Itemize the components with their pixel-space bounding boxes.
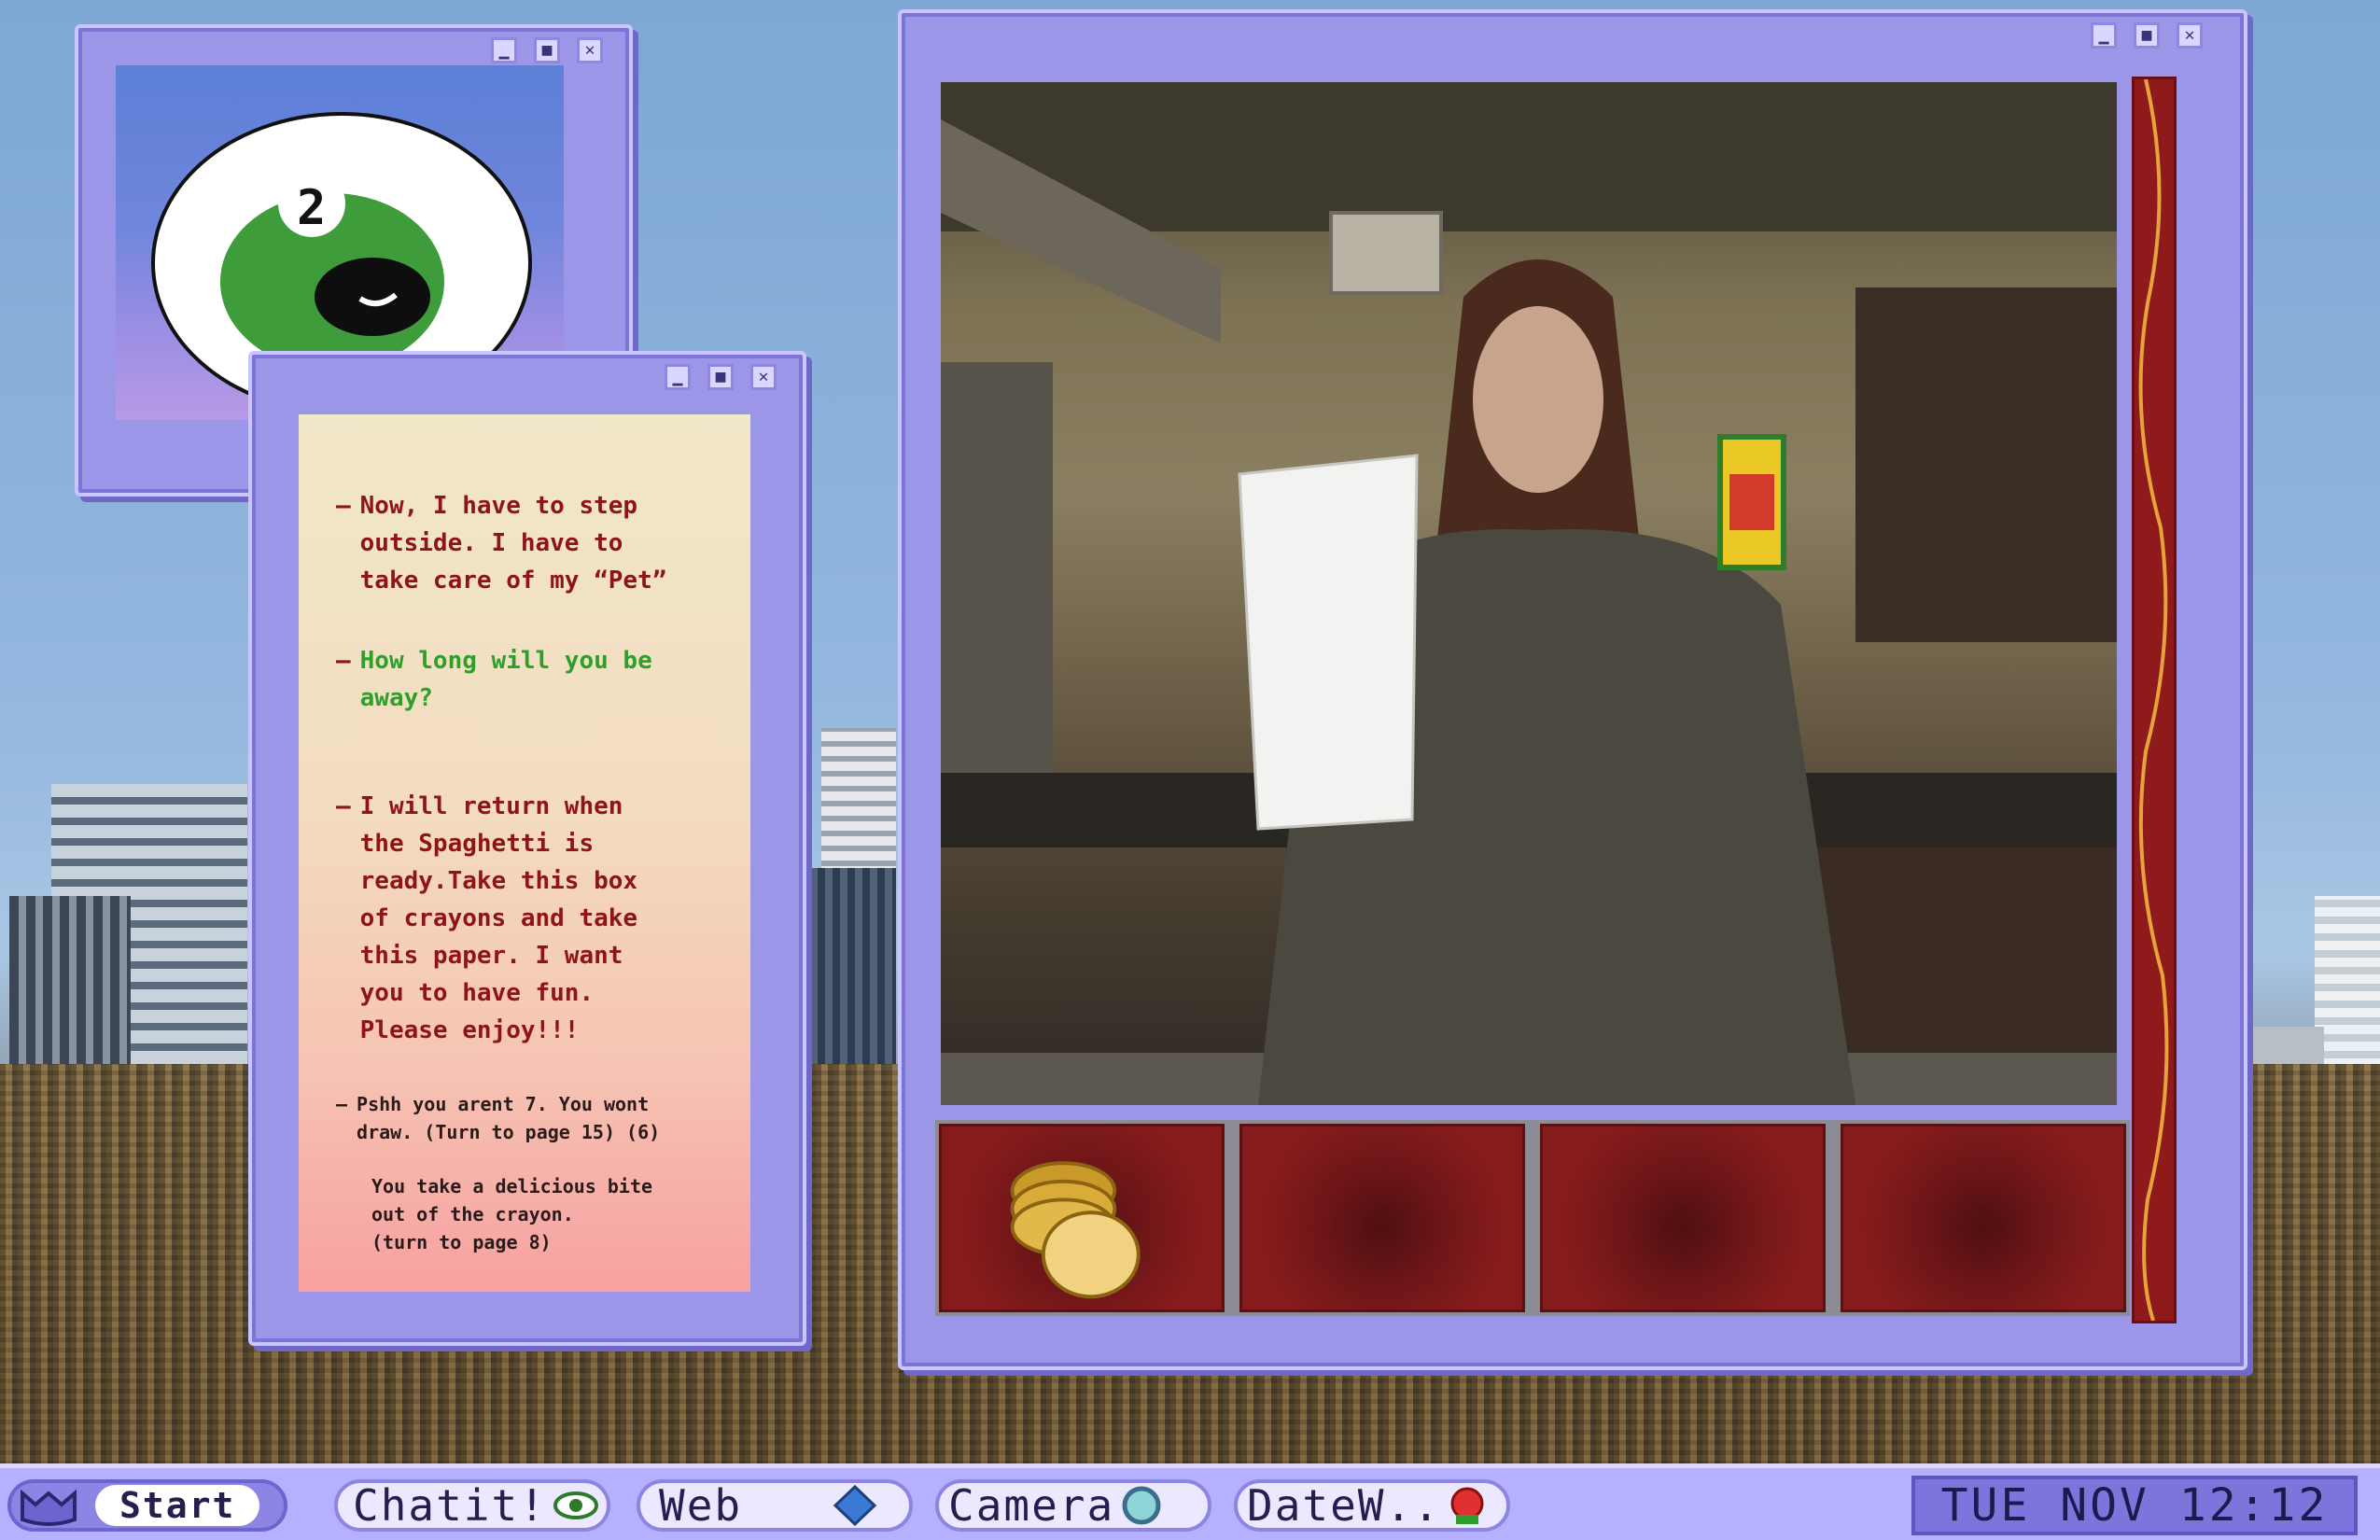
flower-icon: [1450, 1487, 1484, 1524]
person-face: [1473, 306, 1603, 493]
minimize-button[interactable]: ▁: [665, 364, 691, 390]
story-paper: — Now, I have to step outside. I have to…: [299, 414, 750, 1292]
scene-photo: [941, 82, 2117, 1105]
story-window[interactable]: ▁ ■ ✕ — Now, I have to step outside. I h…: [248, 351, 806, 1346]
window-controls: ▁ ■ ✕: [2091, 22, 2203, 49]
dialog-dash: —: [336, 492, 351, 520]
dialog-dash: —: [336, 792, 351, 820]
diamond-icon: [833, 1484, 877, 1527]
taskbar-app-chatit[interactable]: Chatit!: [334, 1479, 610, 1532]
dialog-dash: —: [336, 647, 351, 675]
dialog-dash: —: [336, 1093, 348, 1115]
choice-text: You take a delicious bite out of the cra…: [371, 1175, 653, 1253]
choice-option[interactable]: — Pshh you arent 7. You wont draw. (Turn…: [336, 1090, 660, 1146]
paper-sheet: [1238, 454, 1419, 831]
lens-icon: [1122, 1486, 1161, 1525]
pet-number: 2: [297, 180, 326, 236]
ceiling: [941, 82, 2117, 231]
gold-coins-icon: [1010, 1161, 1141, 1299]
clock: TUE NOV 12:12: [1911, 1476, 2358, 1535]
app-label: Camera: [948, 1480, 1115, 1531]
maximize-button[interactable]: ■: [707, 364, 734, 390]
kitchen-scene: [941, 82, 2117, 1105]
inventory-slot[interactable]: [1239, 1124, 1525, 1312]
dialog-line: — Now, I have to step outside. I have to…: [336, 487, 666, 599]
maximize-button[interactable]: ■: [2134, 22, 2160, 49]
inventory-slot[interactable]: [1540, 1124, 1826, 1312]
taskbar: Start Chatit! Web Camera DateW.. TUE NOV…: [0, 1463, 2380, 1540]
inventory-slot[interactable]: [1841, 1124, 2126, 1312]
choice-option[interactable]: You take a delicious bite out of the cra…: [371, 1172, 652, 1256]
start-button[interactable]: Start: [7, 1479, 287, 1532]
dialog-line: — How long will you be away?: [336, 642, 652, 717]
pet-eye-icon: [315, 258, 430, 336]
dialog-text: How long will you be away?: [359, 647, 652, 712]
taskbar-app-datew[interactable]: DateW..: [1234, 1479, 1510, 1532]
eye-icon: [553, 1491, 598, 1519]
dialog-text: I will return when the Spaghetti is read…: [359, 792, 638, 1044]
cabinet: [1855, 287, 2117, 642]
vent: [1329, 211, 1443, 295]
inventory-slot[interactable]: [939, 1124, 1225, 1312]
taskbar-app-camera[interactable]: Camera: [935, 1479, 1211, 1532]
app-label: Chatit!: [353, 1480, 547, 1531]
close-button[interactable]: ✕: [750, 364, 777, 390]
start-label: Start: [95, 1485, 260, 1526]
taskbar-app-web[interactable]: Web: [637, 1479, 913, 1532]
minimize-button[interactable]: ▁: [491, 37, 517, 63]
inventory-bar: [935, 1120, 2130, 1316]
crayon-box-label: [1729, 474, 1774, 530]
building: [803, 868, 896, 1083]
cat-icon: [21, 1489, 77, 1526]
window-controls: ▁ ■ ✕: [665, 364, 777, 390]
dialog-line: — I will return when the Spaghetti is re…: [336, 788, 637, 1049]
dialog-text: Now, I have to step outside. I have to t…: [359, 492, 667, 595]
choice-text: Pshh you arent 7. You wont draw. (Turn t…: [357, 1093, 661, 1143]
close-button[interactable]: ✕: [577, 37, 603, 63]
close-button[interactable]: ✕: [2177, 22, 2203, 49]
scene-window[interactable]: ▁ ■ ✕: [898, 9, 2247, 1370]
decorative-strip: [2132, 77, 2177, 1323]
minimize-button[interactable]: ▁: [2091, 22, 2117, 49]
doorway: [941, 362, 1053, 773]
window-controls: ▁ ■ ✕: [491, 37, 603, 63]
maximize-button[interactable]: ■: [534, 37, 560, 63]
app-label: Web: [659, 1480, 743, 1531]
app-label: DateW..: [1247, 1480, 1441, 1531]
